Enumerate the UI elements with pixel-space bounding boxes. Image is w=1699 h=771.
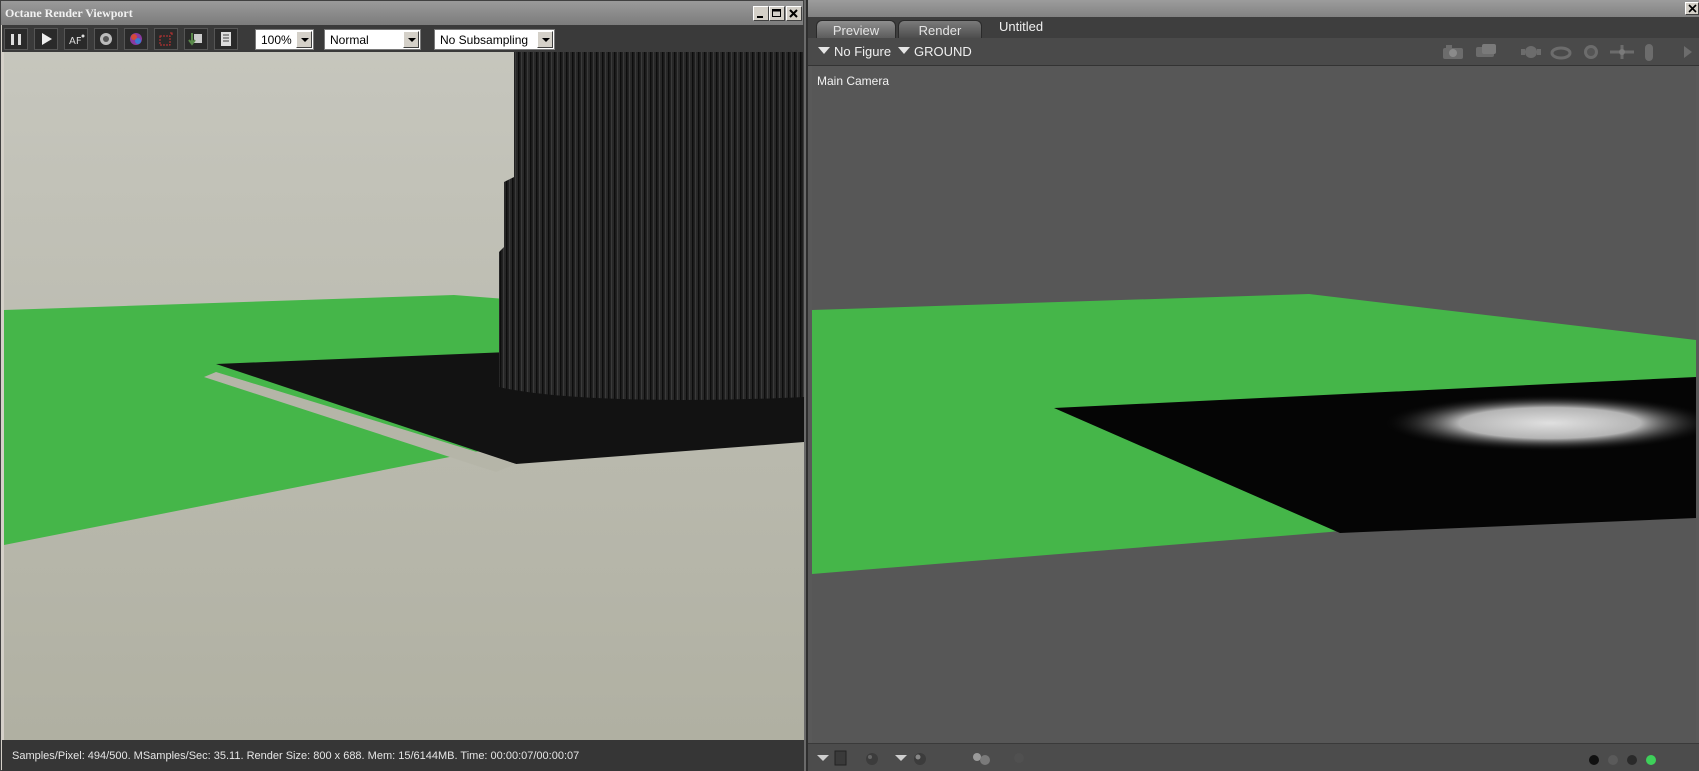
subsampling-select[interactable]: No Subsampling bbox=[434, 29, 555, 50]
face-camera-icon[interactable] bbox=[1520, 43, 1542, 61]
rotate-icon[interactable] bbox=[1550, 43, 1572, 61]
figure-menu[interactable]: No Figure bbox=[818, 44, 891, 59]
pause-icon bbox=[11, 34, 21, 45]
octane-window: Octane Render Viewport AF 100% Normal No… bbox=[0, 0, 804, 771]
sphere-icon[interactable] bbox=[864, 750, 880, 766]
window-title: Octane Render Viewport bbox=[5, 6, 133, 20]
close-button[interactable] bbox=[786, 6, 802, 21]
multi-sphere-icon[interactable] bbox=[970, 750, 994, 768]
chevron-down-icon[interactable] bbox=[403, 31, 419, 48]
menu-arrow-icon[interactable] bbox=[894, 750, 908, 764]
color-wheel-icon bbox=[130, 33, 142, 45]
zoom-select[interactable]: 100% bbox=[255, 29, 314, 50]
render-status-bar: Samples/Pixel: 494/500. MSamples/Sec: 35… bbox=[2, 740, 804, 771]
indicator-dot[interactable] bbox=[1627, 755, 1637, 765]
preview-scene: . bbox=[812, 294, 1696, 574]
play-icon bbox=[42, 33, 52, 45]
document-icon bbox=[221, 32, 231, 46]
actor-menu[interactable]: GROUND bbox=[898, 44, 972, 59]
move-xy-icon[interactable] bbox=[1608, 43, 1636, 61]
reload-scene-button[interactable] bbox=[94, 28, 118, 50]
autofocus-button[interactable]: AF bbox=[64, 28, 88, 50]
octane-render-viewport[interactable] bbox=[4, 52, 804, 740]
trackball-icon[interactable] bbox=[1580, 43, 1602, 61]
move-z-icon[interactable] bbox=[1642, 43, 1656, 63]
camera-icon[interactable] bbox=[1440, 43, 1466, 61]
export-button[interactable] bbox=[184, 28, 208, 50]
af-icon: AF bbox=[69, 34, 85, 47]
indicator-dot[interactable] bbox=[1608, 755, 1618, 765]
reload-icon bbox=[100, 33, 112, 45]
octane-title-bar[interactable]: Octane Render Viewport bbox=[1, 1, 803, 25]
pause-button[interactable] bbox=[4, 28, 28, 50]
chevron-down-icon[interactable] bbox=[537, 31, 553, 48]
sphere-lit-icon[interactable] bbox=[912, 750, 928, 766]
settings-document-button[interactable] bbox=[214, 28, 238, 50]
chevron-down-icon[interactable] bbox=[296, 31, 312, 48]
render-mode-select[interactable]: Normal bbox=[324, 29, 421, 50]
chevron-down-icon bbox=[898, 47, 910, 54]
render-stats: Samples/Pixel: 494/500. MSamples/Sec: 35… bbox=[12, 750, 580, 762]
start-render-button[interactable] bbox=[34, 28, 58, 50]
svg-text:AF: AF bbox=[69, 36, 82, 47]
region-render-button[interactable] bbox=[154, 28, 178, 50]
indicator-dot-active[interactable] bbox=[1646, 755, 1656, 765]
menu-arrow-icon[interactable] bbox=[816, 750, 830, 764]
maximize-button[interactable] bbox=[769, 6, 785, 21]
document-tabs: Preview Render Untitled bbox=[808, 17, 1699, 38]
document-toolbar: No Figure GROUND bbox=[808, 38, 1699, 66]
material-button[interactable] bbox=[124, 28, 148, 50]
minimize-button[interactable] bbox=[753, 6, 769, 21]
chevron-down-icon bbox=[818, 47, 830, 54]
tab-preview[interactable]: Preview bbox=[816, 20, 896, 38]
close-button[interactable] bbox=[1685, 2, 1699, 15]
dark-textured-column bbox=[499, 52, 804, 400]
tab-render[interactable]: Render bbox=[898, 20, 982, 38]
octane-toolbar: AF 100% Normal No Subsampling bbox=[2, 25, 804, 52]
display-style-icon[interactable] bbox=[834, 750, 848, 766]
rendered-scene bbox=[4, 52, 804, 740]
document-title-bar[interactable] bbox=[808, 0, 1699, 17]
preview-viewport[interactable]: Main Camera . bbox=[812, 66, 1696, 743]
document-window: Preview Render Untitled No Figure GROUND… bbox=[806, 0, 1699, 771]
document-title: Untitled bbox=[999, 19, 1044, 34]
camera-dolly-icon[interactable] bbox=[1472, 43, 1500, 61]
region-icon bbox=[159, 32, 173, 46]
document-bottom-bar bbox=[808, 743, 1699, 771]
disabled-dot-icon bbox=[1014, 753, 1024, 763]
scroll-right-icon[interactable] bbox=[1682, 43, 1694, 61]
export-icon bbox=[188, 33, 202, 46]
indicator-dot[interactable] bbox=[1589, 755, 1599, 765]
